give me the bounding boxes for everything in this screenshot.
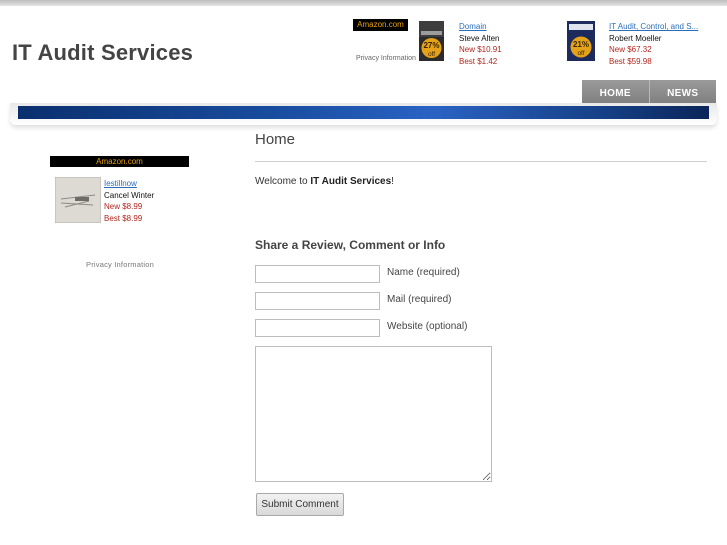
welcome-suffix: !: [391, 176, 394, 187]
header-banner: [18, 106, 709, 119]
top-bar: [0, 0, 727, 6]
comment-textarea[interactable]: [255, 346, 492, 482]
product-new-price: New $10.91: [459, 45, 502, 54]
sidebar-privacy-link[interactable]: Privacy Information: [86, 260, 154, 269]
sidebar-product: Iestillnow Cancel Winter New $8.99 Best …: [104, 178, 154, 224]
discount-suffix: off: [577, 50, 584, 57]
product-author: Robert Moeller: [609, 33, 662, 43]
sidebar-product-link[interactable]: Iestillnow: [104, 178, 154, 190]
sidebar-product-new-price: New $8.99: [104, 202, 143, 211]
product-best-price: Best $1.42: [459, 56, 498, 66]
product-it-audit: IT Audit, Control, and S... Robert Moell…: [609, 21, 698, 67]
amazon-badge[interactable]: Amazon.com: [353, 19, 408, 31]
discount-percent: 21%: [573, 40, 589, 49]
site-title[interactable]: IT Audit Services: [12, 40, 193, 66]
privacy-link[interactable]: Privacy Information: [356, 55, 416, 62]
discount-suffix: off: [428, 51, 435, 58]
book-cover-it-audit[interactable]: 21% off: [567, 21, 595, 61]
album-cover-cancel-winter[interactable]: [55, 177, 101, 223]
welcome-prefix: Welcome to: [255, 176, 311, 187]
sidebar-product-best-price: Best $8.99: [104, 213, 143, 223]
sidebar-product-subtitle: Cancel Winter: [104, 190, 155, 200]
product-author: Steve Alten: [459, 33, 500, 43]
discount-percent: 27%: [423, 41, 439, 50]
welcome-text: Welcome to IT Audit Services!: [255, 176, 394, 187]
mail-label: Mail (required): [387, 294, 452, 305]
name-input[interactable]: [255, 265, 380, 283]
mail-input[interactable]: [255, 292, 380, 310]
product-new-price: New $67.32: [609, 45, 652, 54]
book-cover-domain[interactable]: 27% off: [419, 21, 444, 61]
name-label: Name (required): [387, 267, 460, 278]
product-title-link[interactable]: Domain: [459, 21, 502, 33]
website-label: Website (optional): [387, 321, 468, 332]
product-domain: Domain Steve Alten New $10.91 Best $1.42: [459, 21, 502, 67]
welcome-site-name: IT Audit Services: [310, 176, 392, 187]
sidebar-amazon-badge[interactable]: Amazon.com: [50, 156, 189, 167]
title-divider: [255, 161, 707, 162]
comment-form-heading: Share a Review, Comment or Info: [255, 238, 446, 252]
submit-comment-button[interactable]: Submit Comment: [256, 493, 344, 516]
product-best-price: Best $59.98: [609, 56, 652, 66]
page-title: Home: [255, 131, 296, 148]
product-title-link[interactable]: IT Audit, Control, and S...: [609, 21, 698, 33]
website-input[interactable]: [255, 319, 380, 337]
